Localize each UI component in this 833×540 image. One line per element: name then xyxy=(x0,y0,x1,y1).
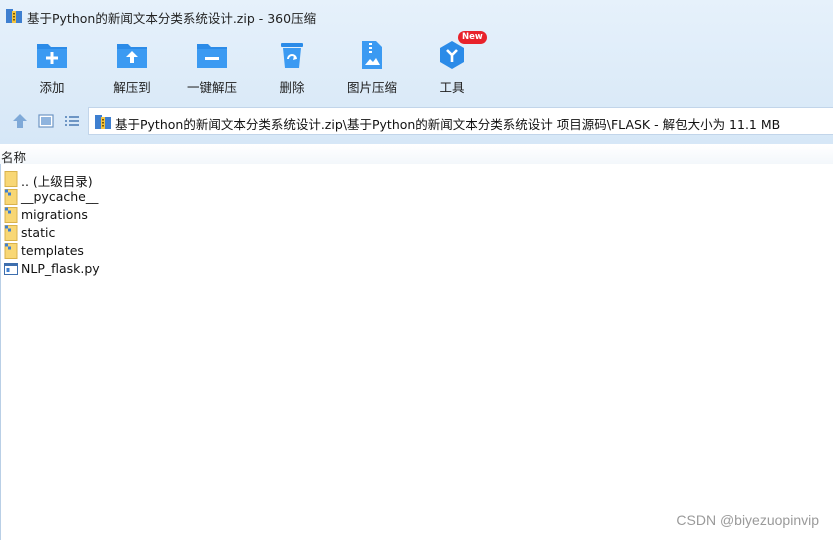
tools-label: 工具 xyxy=(439,80,465,95)
window-title: 基于Python的新闻文本分类系统设计.zip - 360压缩 xyxy=(27,11,317,26)
list-view-icon[interactable] xyxy=(62,112,82,130)
top-panel: 基于Python的新闻文本分类系统设计.zip - 360压缩 添加 解压到 一… xyxy=(0,0,833,144)
one-click-extract-button[interactable]: 一键解压 xyxy=(172,36,252,98)
delete-label: 删除 xyxy=(279,80,305,95)
python-file-icon xyxy=(4,263,18,275)
file-name: __pycache__ xyxy=(21,189,99,204)
folder-icon xyxy=(4,243,18,259)
image-compress-button[interactable]: 图片压缩 xyxy=(332,36,412,98)
title-bar: 基于Python的新闻文本分类系统设计.zip - 360压缩 xyxy=(0,0,833,32)
address-path: 基于Python的新闻文本分类系统设计.zip\基于Python的新闻文本分类系… xyxy=(115,117,781,132)
folder-icon xyxy=(4,171,18,187)
list-item-migrations[interactable]: migrations xyxy=(0,206,600,224)
toolbar: 添加 解压到 一键解压 删除 图片压缩 New 工具 xyxy=(0,31,520,98)
list-item-templates[interactable]: templates xyxy=(0,242,600,260)
view-mode-icon[interactable] xyxy=(36,112,56,130)
extract-to-label: 解压到 xyxy=(113,80,151,95)
list-item-parent[interactable]: .. (上级目录) xyxy=(0,170,600,189)
recycle-bin-icon xyxy=(281,43,303,68)
add-label: 添加 xyxy=(39,80,65,95)
one-click-extract-icon xyxy=(197,44,227,68)
archive-icon xyxy=(95,115,111,129)
tools-button[interactable]: New 工具 xyxy=(412,31,492,98)
image-compress-label: 图片压缩 xyxy=(346,80,397,95)
app-icon xyxy=(6,9,22,23)
one-click-extract-label: 一键解压 xyxy=(186,80,237,95)
arrow-up-icon[interactable] xyxy=(10,112,30,130)
extract-to-icon xyxy=(117,44,147,68)
file-name: NLP_flask.py xyxy=(21,261,100,276)
file-name: static xyxy=(21,225,56,240)
add-folder-icon xyxy=(37,44,67,68)
delete-button[interactable]: 删除 xyxy=(252,36,332,98)
file-list: .. (上级目录) __pycache__ migrations static xyxy=(0,170,600,278)
list-item-pycache[interactable]: __pycache__ xyxy=(0,188,600,206)
image-compress-icon xyxy=(362,41,382,69)
folder-icon xyxy=(4,189,18,205)
list-item-static[interactable]: static xyxy=(0,224,600,242)
column-header: 名称 xyxy=(0,145,833,166)
folder-icon xyxy=(4,225,18,241)
file-name: templates xyxy=(21,243,84,258)
folder-icon xyxy=(4,207,18,223)
add-button[interactable]: 添加 xyxy=(12,36,92,98)
watermark: CSDN @biyezuopinvip xyxy=(676,512,819,528)
new-badge: New xyxy=(458,31,487,44)
navigation-bar: 基于Python的新闻文本分类系统设计.zip\基于Python的新闻文本分类系… xyxy=(0,104,833,138)
address-bar[interactable]: 基于Python的新闻文本分类系统设计.zip\基于Python的新闻文本分类系… xyxy=(88,107,833,135)
file-name: migrations xyxy=(21,207,88,222)
column-name-header[interactable]: 名称 xyxy=(1,147,26,166)
extract-to-button[interactable]: 解压到 xyxy=(92,36,172,98)
list-item-nlp-flask[interactable]: NLP_flask.py xyxy=(0,260,600,278)
